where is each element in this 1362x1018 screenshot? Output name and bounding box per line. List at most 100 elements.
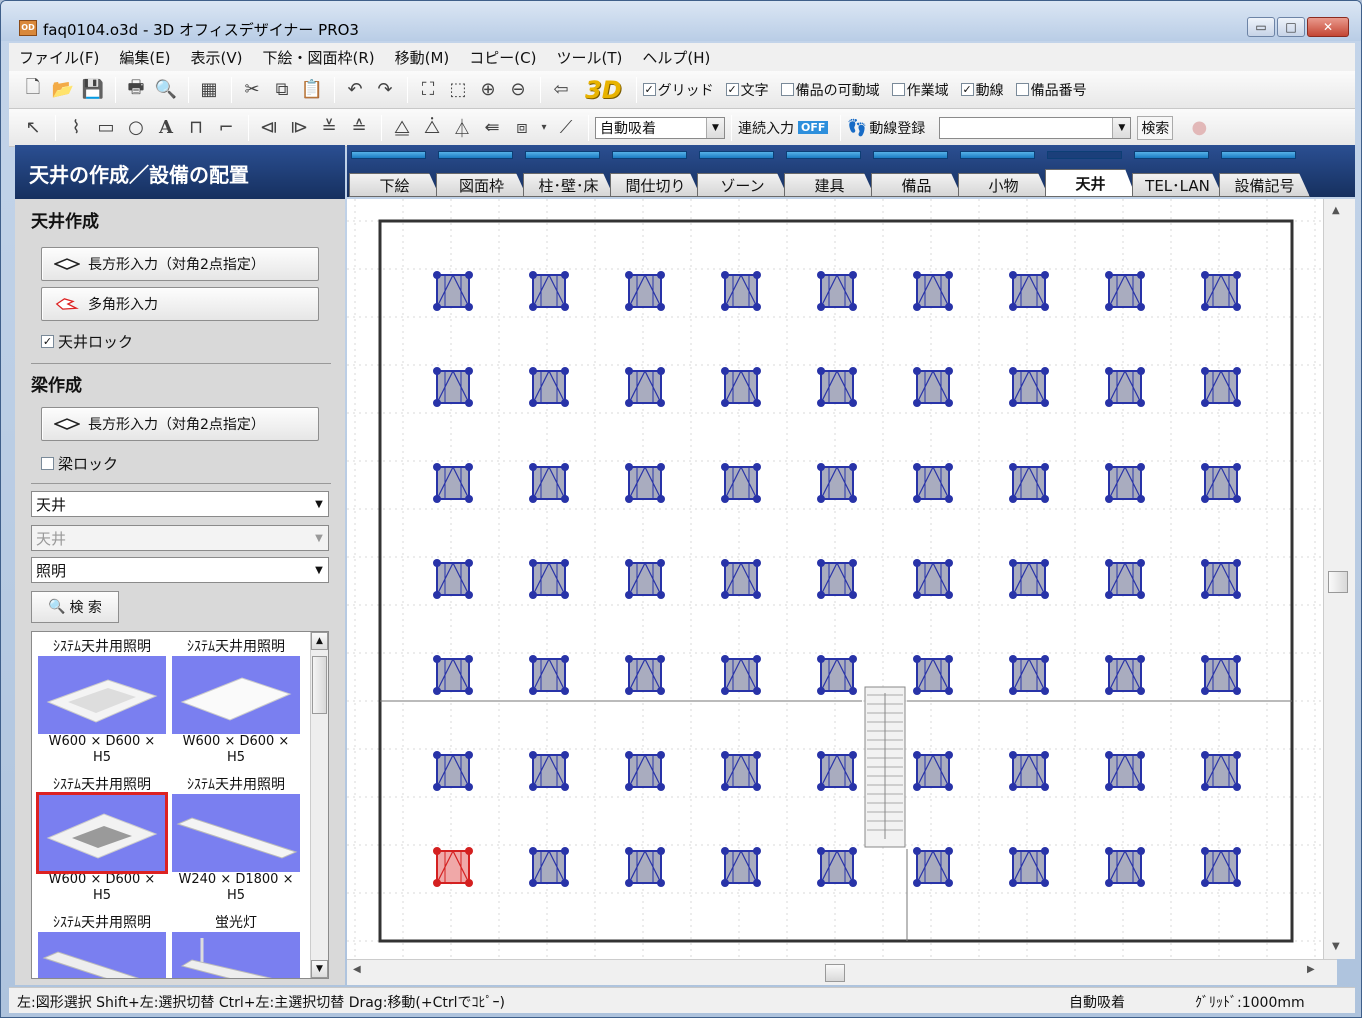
catalog-item[interactable]: 蛍光灯 [170, 912, 302, 978]
scroll-up-icon[interactable]: ▲ [1332, 205, 1340, 216]
light-fixture[interactable] [1009, 271, 1049, 311]
beam-lock-checkbox[interactable]: 梁ロック [41, 453, 118, 474]
fixture-handle[interactable] [465, 495, 473, 503]
tab-1[interactable]: 図面枠 [436, 173, 527, 197]
fixture-handle[interactable] [817, 367, 825, 375]
light-fixture[interactable] [1009, 655, 1049, 695]
fixture-handle[interactable] [945, 847, 953, 855]
fixture-handle[interactable] [1201, 687, 1209, 695]
fixture-handle[interactable] [657, 559, 665, 567]
catalog-search-button[interactable]: 🔍 検 索 [31, 591, 119, 623]
category-select[interactable]: 天井 ▼ [31, 491, 329, 517]
fixture-handle[interactable] [433, 495, 441, 503]
fixture-handle[interactable] [1201, 879, 1209, 887]
fixture-handle[interactable] [1105, 783, 1113, 791]
light-fixture[interactable] [721, 847, 761, 887]
fixture-handle[interactable] [849, 303, 857, 311]
fixture-handle[interactable] [913, 495, 921, 503]
fixture-handle[interactable] [1233, 879, 1241, 887]
fixture-handle[interactable] [913, 879, 921, 887]
fixture-handle[interactable] [657, 783, 665, 791]
light-fixture[interactable] [721, 559, 761, 599]
fixture-handle[interactable] [817, 687, 825, 695]
fixture-handle[interactable] [561, 591, 569, 599]
fixture-handle[interactable] [529, 783, 537, 791]
fixture-handle[interactable] [465, 783, 473, 791]
fixture-handle[interactable] [945, 399, 953, 407]
fixture-handle[interactable] [945, 367, 953, 375]
fixture-handle[interactable] [817, 303, 825, 311]
redo-icon[interactable]: ↷ [371, 77, 399, 103]
label-icon[interactable]: ⌐ [212, 115, 240, 141]
fixture-handle[interactable] [1201, 463, 1209, 471]
fit-view-icon[interactable]: ⛶ [414, 77, 442, 103]
fixture-handle[interactable] [1233, 399, 1241, 407]
fixture-handle[interactable] [625, 591, 633, 599]
light-fixture[interactable] [625, 847, 665, 887]
light-fixture[interactable] [1009, 847, 1049, 887]
movable-range-checkbox[interactable]: 備品の可動域 [780, 80, 880, 100]
scroll-up-icon[interactable]: ▲ [311, 632, 328, 650]
fixture-handle[interactable] [721, 271, 729, 279]
tab-3[interactable]: 間仕切り [610, 173, 701, 197]
fixture-handle[interactable] [1233, 463, 1241, 471]
menu-copy[interactable]: コピー(C) [469, 47, 536, 68]
image-icon[interactable]: ▦ [195, 77, 223, 103]
fixture-handle[interactable] [1009, 847, 1017, 855]
fixture-handle[interactable] [849, 591, 857, 599]
fixture-handle[interactable] [817, 463, 825, 471]
work-area-checkbox[interactable]: 作業域 [891, 80, 949, 100]
fixture-handle[interactable] [561, 751, 569, 759]
circle-icon[interactable]: ○ [122, 115, 150, 141]
fixture-handle[interactable] [657, 655, 665, 663]
canvas-vertical-scrollbar[interactable]: ▲ ▼ [1323, 199, 1355, 959]
fixture-handle[interactable] [529, 687, 537, 695]
fixture-handle[interactable] [1137, 655, 1145, 663]
light-fixture[interactable] [529, 751, 569, 791]
fixture-handle[interactable] [721, 559, 729, 567]
fixture-handle[interactable] [945, 303, 953, 311]
fixture-handle[interactable] [721, 399, 729, 407]
light-fixture[interactable] [1105, 655, 1145, 695]
fixture-handle[interactable] [1041, 847, 1049, 855]
light-fixture[interactable] [625, 655, 665, 695]
fixture-handle[interactable] [753, 463, 761, 471]
light-fixture[interactable] [817, 751, 857, 791]
fixture-handle[interactable] [753, 591, 761, 599]
zoom-area-icon[interactable]: ⬚ [444, 77, 472, 103]
tab-10[interactable]: 設備記号 [1219, 173, 1310, 197]
fixture-handle[interactable] [625, 655, 633, 663]
fixture-handle[interactable] [561, 271, 569, 279]
fixture-handle[interactable] [465, 399, 473, 407]
align-right-icon[interactable]: ⧐ [285, 115, 313, 141]
fixture-handle[interactable] [849, 783, 857, 791]
fixture-handle[interactable] [1009, 655, 1017, 663]
rect-input-button[interactable]: 長方形入力（対角2点指定） [41, 247, 319, 281]
fixture-handle[interactable] [1137, 367, 1145, 375]
fixture-handle[interactable] [721, 687, 729, 695]
fixture-handle[interactable] [465, 655, 473, 663]
fixture-handle[interactable] [1201, 655, 1209, 663]
light-fixture[interactable] [721, 655, 761, 695]
light-fixture[interactable] [817, 559, 857, 599]
fixture-handle[interactable] [561, 495, 569, 503]
record-icon[interactable]: ● [1185, 115, 1213, 141]
fixture-handle[interactable] [465, 303, 473, 311]
fixture-handle[interactable] [1041, 495, 1049, 503]
fixture-handle[interactable] [1137, 847, 1145, 855]
fixture-handle[interactable] [1041, 751, 1049, 759]
fixture-handle[interactable] [817, 495, 825, 503]
fixture-handle[interactable] [1137, 879, 1145, 887]
light-fixture[interactable] [817, 847, 857, 887]
fixture-handle[interactable] [945, 559, 953, 567]
tab-4[interactable]: ゾーン [697, 173, 788, 197]
pointer-icon[interactable]: ↖ [19, 115, 47, 141]
scroll-left-icon[interactable]: ◀ [353, 964, 361, 975]
fixture-handle[interactable] [1233, 271, 1241, 279]
fixture-handle[interactable] [753, 783, 761, 791]
text-tool-icon[interactable]: A [152, 115, 180, 141]
fixture-handle[interactable] [817, 655, 825, 663]
fixture-handle[interactable] [1105, 879, 1113, 887]
light-fixture[interactable] [529, 655, 569, 695]
light-fixture[interactable] [1201, 751, 1241, 791]
